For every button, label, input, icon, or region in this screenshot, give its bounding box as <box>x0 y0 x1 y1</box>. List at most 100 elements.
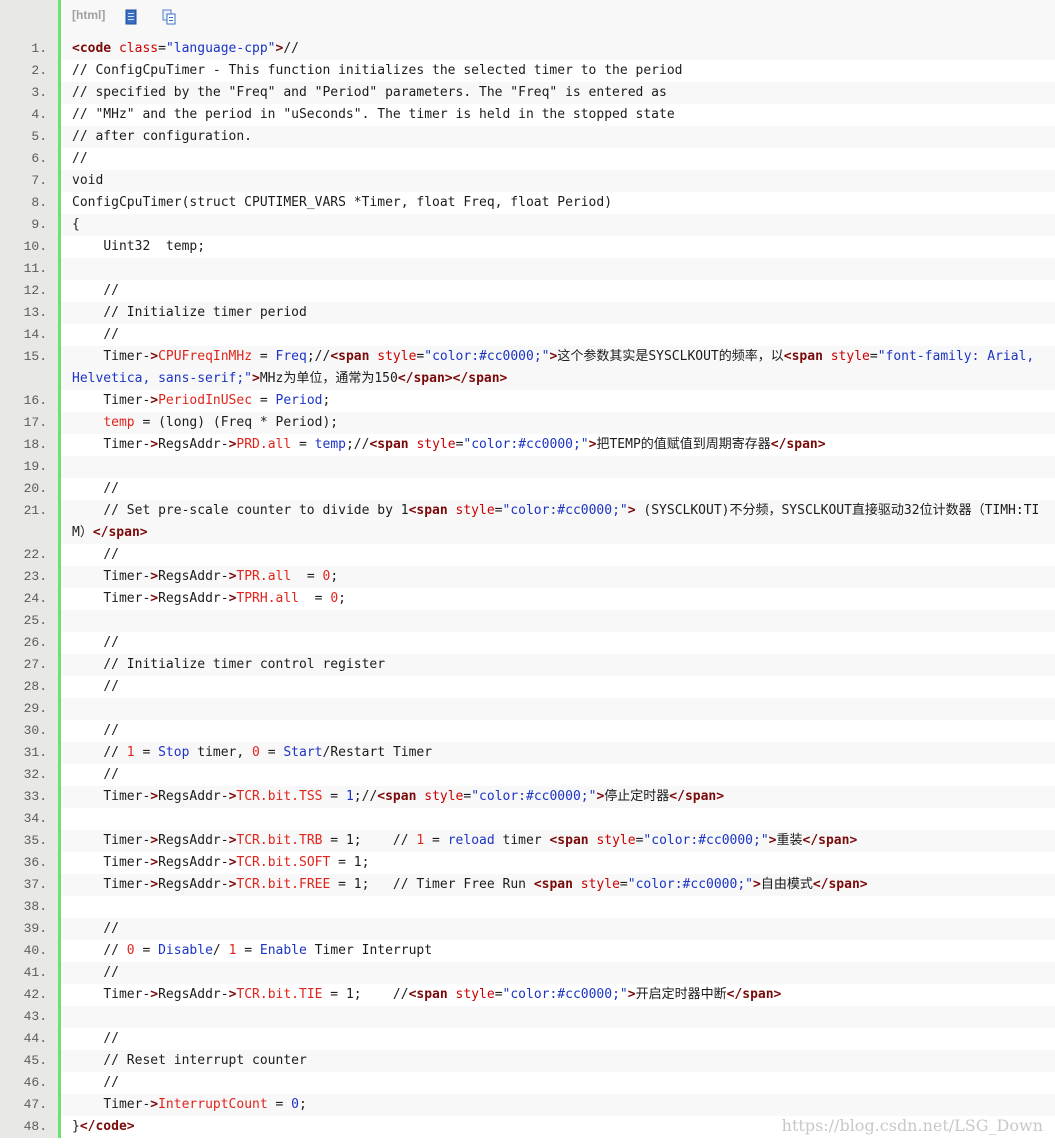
code-text: // <box>61 720 1055 742</box>
code-text: // <box>61 676 1055 698</box>
line-number: 22. <box>0 544 58 566</box>
code-token: </span> <box>770 437 826 452</box>
code-token: // after configuration. <box>72 129 253 144</box>
line-number: 25. <box>0 610 58 632</box>
code-token: </span> <box>726 987 782 1002</box>
line-number: 11. <box>0 258 58 280</box>
code-token: ; <box>338 591 346 606</box>
code-line: 45. // Reset interrupt counter <box>0 1050 1055 1072</box>
code-text: ​ <box>61 456 1055 478</box>
code-token: 停止定时器 <box>604 789 670 804</box>
code-token: > <box>150 569 159 584</box>
code-text: ​ <box>61 896 1055 918</box>
code-token: temp <box>314 437 346 452</box>
code-token: = <box>134 745 159 760</box>
line-number: 42. <box>0 984 58 1006</box>
code-text: Timer->CPUFreqInMHz = Freq;//<span style… <box>61 346 1055 390</box>
code-text: ​ <box>61 610 1055 632</box>
code-text: // Set pre-scale counter to divide by 1<… <box>61 500 1055 544</box>
line-number: 9. <box>0 214 58 236</box>
code-line: 15. Timer->CPUFreqInMHz = Freq;//<span s… <box>0 346 1055 390</box>
code-line: 24. Timer->RegsAddr->TPRH.all = 0; <box>0 588 1055 610</box>
code-text: // <box>61 1072 1055 1094</box>
code-line: 4. // "MHz" and the period in "uSeconds".… <box>0 104 1055 126</box>
code-token: = 1; <box>330 855 370 870</box>
code-line: 44. // <box>0 1028 1055 1050</box>
code-line: 8. ConfigCpuTimer(struct CPUTIMER_VARS *T… <box>0 192 1055 214</box>
code-token: ;// <box>345 437 370 452</box>
code-token: = <box>267 1097 292 1112</box>
code-token: // specified by the "Freq" and "Period" … <box>72 85 667 100</box>
code-text: // <box>61 918 1055 940</box>
code-line: 3. // specified by the "Freq" and "Period… <box>0 82 1055 104</box>
code-token: Timer- <box>72 349 151 364</box>
code-token: > <box>252 371 260 386</box>
code-token: = 1; // <box>322 987 409 1002</box>
code-token: Timer- <box>72 855 151 870</box>
code-token: // <box>72 943 127 958</box>
code-token: // <box>72 921 119 936</box>
line-number: 46. <box>0 1072 58 1094</box>
code-token: 这个参数其实是SYSCLKOUT的频率，以 <box>557 349 784 364</box>
code-line: 33. Timer->RegsAddr->TCR.bit.TSS = 1;//<… <box>0 786 1055 808</box>
code-line: 10. Uint32 temp; <box>0 236 1055 258</box>
code-text: // "MHz" and the period in "uSeconds". T… <box>61 104 1055 126</box>
code-token: </span> <box>802 833 858 848</box>
code-token: > <box>150 437 159 452</box>
line-number: 37. <box>0 874 58 896</box>
code-token: // <box>72 745 127 760</box>
code-token: = <box>291 569 323 584</box>
code-token: "color:#cc0000;" <box>471 789 597 804</box>
code-token: <span <box>549 833 597 848</box>
watermark: https://blog.csdn.net/LSG_Down <box>781 1116 1043 1135</box>
code-token: Stop <box>158 745 190 760</box>
code-token: Uint32 temp; <box>72 239 206 254</box>
code-token: RegsAddr- <box>158 789 229 804</box>
code-line: 38.​ <box>0 896 1055 918</box>
code-token: "color:#cc0000;" <box>463 437 589 452</box>
code-line: 9. { <box>0 214 1055 236</box>
line-number: 44. <box>0 1028 58 1050</box>
code-token: class <box>118 41 159 56</box>
code-token: // Initialize timer control register <box>72 657 386 672</box>
code-token: style <box>455 503 495 518</box>
code-token: <code <box>72 41 119 56</box>
code-text: // <box>61 148 1055 170</box>
language-label[interactable]: [html] <box>72 8 105 22</box>
code-text: <code class="language-cpp">// <box>61 38 1055 60</box>
code-token: Timer- <box>72 789 151 804</box>
code-line: 12. // <box>0 280 1055 302</box>
line-number: 23. <box>0 566 58 588</box>
code-token: ;// <box>306 349 331 364</box>
code-token: reload <box>447 833 495 848</box>
code-text: // <box>61 764 1055 786</box>
code-token: // <box>72 481 119 496</box>
code-token: // <box>72 635 119 650</box>
code-token: = <box>252 393 276 408</box>
code-token: > <box>150 591 159 606</box>
view-source-icon[interactable] <box>124 9 138 25</box>
code-text: // ConfigCpuTimer - This function initia… <box>61 60 1055 82</box>
code-token: RegsAddr- <box>158 987 229 1002</box>
code-token: RegsAddr- <box>158 591 229 606</box>
line-number: 3. <box>0 82 58 104</box>
copy-icon[interactable] <box>162 9 176 25</box>
code-token: > <box>752 877 761 892</box>
code-line: 1. <code class="language-cpp">// <box>0 38 1055 60</box>
code-token: = <box>299 591 331 606</box>
code-token: = <box>252 349 276 364</box>
code-token: } <box>72 1119 80 1134</box>
line-number: 39. <box>0 918 58 940</box>
code-text: Timer->RegsAddr->PRD.all = temp;//<span … <box>61 434 1055 456</box>
code-token: = <box>134 943 159 958</box>
code-token: style <box>377 349 417 364</box>
code-token: = <box>869 349 878 364</box>
code-text: Timer->RegsAddr->TCR.bit.TSS = 1;//<span… <box>61 786 1055 808</box>
code-token: TCR.bit.TRB <box>236 833 323 848</box>
code-token: = <box>158 41 166 56</box>
code-token: 0 <box>291 1097 299 1112</box>
code-token: > <box>150 789 159 804</box>
line-number: 16. <box>0 390 58 412</box>
line-number: 33. <box>0 786 58 808</box>
code-text: ConfigCpuTimer(struct CPUTIMER_VARS *Tim… <box>61 192 1055 214</box>
